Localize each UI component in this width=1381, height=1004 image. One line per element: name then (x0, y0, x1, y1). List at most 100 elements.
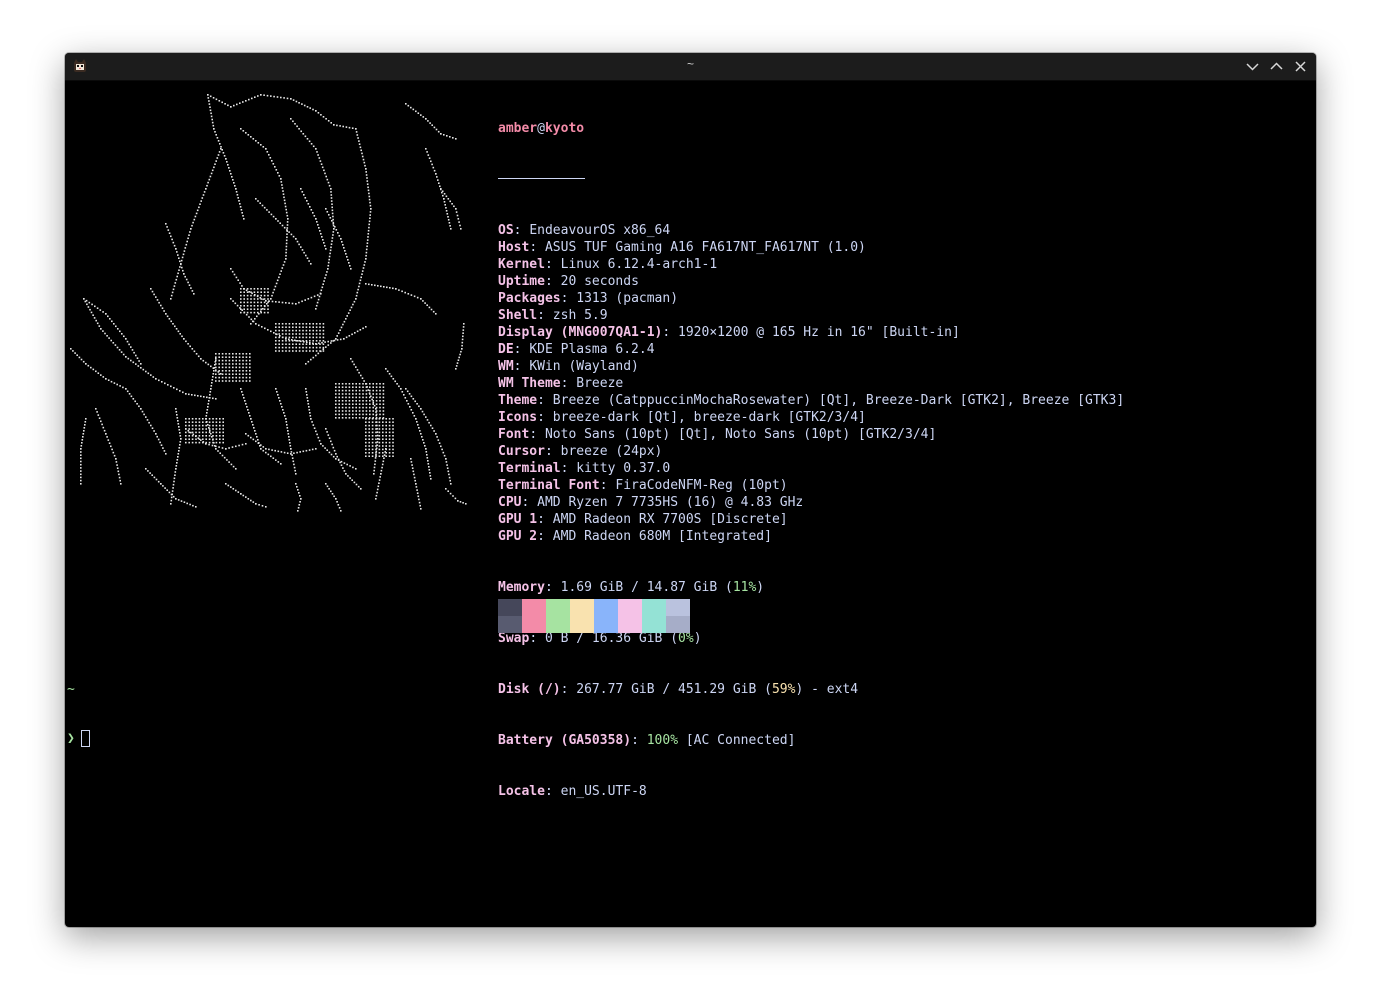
info-value: Noto Sans (10pt) [Qt], Noto Sans (10pt) … (544, 427, 937, 442)
terminal-area[interactable]: amber@kyoto OS: EndeavourOS x86_64 Host: … (65, 80, 1316, 927)
info-key: Terminal (498, 461, 561, 476)
info-row: Host: ASUS TUF Gaming A16 FA617NT_FA617N… (498, 240, 866, 255)
info-row: WM: KWin (Wayland) (498, 359, 639, 374)
info-value: ASUS TUF Gaming A16 FA617NT_FA617NT (1.0… (544, 240, 866, 255)
text-cursor (80, 730, 90, 747)
info-row: Packages: 1313 (pacman) (498, 291, 679, 306)
info-value: EndeavourOS x86_64 (529, 223, 671, 238)
info-key: Cursor (498, 444, 545, 459)
close-icon (1295, 61, 1306, 72)
info-value: KDE Plasma 6.2.4 (529, 342, 655, 357)
system-info: amber@kyoto OS: EndeavourOS x86_64 Host: … (498, 86, 1124, 834)
palette-swatch (522, 616, 546, 633)
maximize-button[interactable] (1269, 59, 1284, 74)
info-key: Host (498, 240, 530, 255)
info-key: GPU 1 (498, 512, 538, 527)
battery-percent: 100% (646, 733, 679, 748)
info-row: CPU: AMD Ryzen 7 7735HS (16) @ 4.83 GHz (498, 495, 804, 510)
shell-prompt[interactable]: ~ ❯ (67, 650, 114, 781)
title-bar[interactable]: ~ (65, 53, 1316, 81)
info-value: AMD Radeon RX 7700S [Discrete] (552, 512, 788, 527)
swap-percent: 0% (678, 631, 694, 646)
close-button[interactable] (1293, 59, 1308, 74)
info-key: Shell (498, 308, 538, 323)
info-value-suffix: ) (756, 580, 765, 595)
hostname: kyoto (544, 121, 585, 136)
palette-swatch (594, 616, 618, 633)
info-key: Icons (498, 410, 538, 425)
disk-percent: 59% (771, 682, 796, 697)
prompt-directory: ~ (67, 682, 75, 697)
info-row: GPU 1: AMD Radeon RX 7700S [Discrete] (498, 512, 788, 527)
info-row-locale: Locale: en_US.UTF-8 (498, 784, 647, 799)
info-row: Theme: Breeze (CatppuccinMochaRosewater)… (498, 393, 1125, 408)
username: amber (498, 121, 538, 136)
info-value: breeze (24px) (560, 444, 663, 459)
palette-swatch (666, 599, 690, 616)
user-host-line: amber@kyoto (498, 120, 1124, 137)
info-key: Kernel (498, 257, 545, 272)
info-row: Cursor: breeze (24px) (498, 444, 663, 459)
info-row: Terminal: kitty 0.37.0 (498, 461, 671, 476)
window-title: ~ (686, 57, 694, 71)
palette-swatch (546, 616, 570, 633)
color-palette (498, 599, 690, 633)
info-row: Icons: breeze-dark [Qt], breeze-dark [GT… (498, 410, 866, 425)
info-key: Swap (498, 631, 530, 646)
palette-swatch (498, 616, 522, 633)
info-value: AMD Ryzen 7 7735HS (16) @ 4.83 GHz (537, 495, 804, 510)
info-row: GPU 2: AMD Radeon 680M [Integrated] (498, 529, 772, 544)
info-value: FiraCodeNFM-Reg (10pt) (615, 478, 788, 493)
info-key: Battery (GA50358) (498, 733, 632, 748)
info-value: AMD Radeon 680M [Integrated] (552, 529, 772, 544)
info-row: Shell: zsh 5.9 (498, 308, 608, 323)
palette-swatch (570, 599, 594, 616)
info-row: Terminal Font: FiraCodeNFM-Reg (10pt) (498, 478, 788, 493)
palette-row-normal (498, 599, 690, 616)
info-row: Kernel: Linux 6.12.4-arch1-1 (498, 257, 718, 272)
info-value: kitty 0.37.0 (576, 461, 671, 476)
info-row-disk: Disk (/): 267.77 GiB / 451.29 GiB (59%) … (498, 682, 859, 697)
info-value: 20 seconds (560, 274, 639, 289)
palette-swatch (522, 599, 546, 616)
palette-swatch (498, 599, 522, 616)
info-value: Breeze (CatppuccinMochaRosewater) [Qt], … (552, 393, 1125, 408)
info-key: Terminal Font (498, 478, 600, 493)
info-value: KWin (Wayland) (529, 359, 639, 374)
prompt-chevron-icon: ❯ (67, 731, 75, 746)
info-key: WM (498, 359, 514, 374)
info-value: Breeze (576, 376, 624, 391)
info-key: WM Theme (498, 376, 561, 391)
at-sign: @ (537, 121, 545, 136)
info-key: GPU 2 (498, 529, 538, 544)
info-value: 1313 (pacman) (576, 291, 679, 306)
info-value: Linux 6.12.4-arch1-1 (560, 257, 718, 272)
info-value: breeze-dark [Qt], breeze-dark [GTK2/3/4] (552, 410, 866, 425)
info-key: Uptime (498, 274, 545, 289)
info-key: Theme (498, 393, 538, 408)
info-key: Packages (498, 291, 561, 306)
info-key: Disk (/) (498, 682, 561, 697)
palette-swatch (618, 616, 642, 633)
info-value-suffix: [AC Connected] (678, 733, 796, 748)
info-key: OS (498, 223, 514, 238)
info-row: DE: KDE Plasma 6.2.4 (498, 342, 655, 357)
ascii-art-logo (70, 94, 467, 512)
palette-swatch (546, 599, 570, 616)
info-row: Display (MNG007QA1-1): 1920×1200 @ 165 H… (498, 325, 960, 340)
info-value: 1920×1200 @ 165 Hz in 16" [Built-in] (678, 325, 960, 340)
info-key: Display (MNG007QA1-1) (498, 325, 663, 340)
palette-swatch (594, 599, 618, 616)
info-value: zsh 5.9 (552, 308, 608, 323)
info-row: OS: EndeavourOS x86_64 (498, 223, 671, 238)
info-value: 0 B / 16.36 GiB ( (544, 631, 679, 646)
memory-percent: 11% (732, 580, 757, 595)
info-row-memory: Memory: 1.69 GiB / 14.87 GiB (11%) (498, 580, 765, 595)
minimize-button[interactable] (1245, 59, 1260, 74)
info-value: 267.77 GiB / 451.29 GiB ( (576, 682, 772, 697)
info-value: 1.69 GiB / 14.87 GiB ( (560, 580, 733, 595)
info-rows: OS: EndeavourOS x86_64 Host: ASUS TUF Gam… (498, 222, 1124, 545)
palette-swatch (642, 616, 666, 633)
info-row: WM Theme: Breeze (498, 376, 624, 391)
info-key: Memory (498, 580, 545, 595)
